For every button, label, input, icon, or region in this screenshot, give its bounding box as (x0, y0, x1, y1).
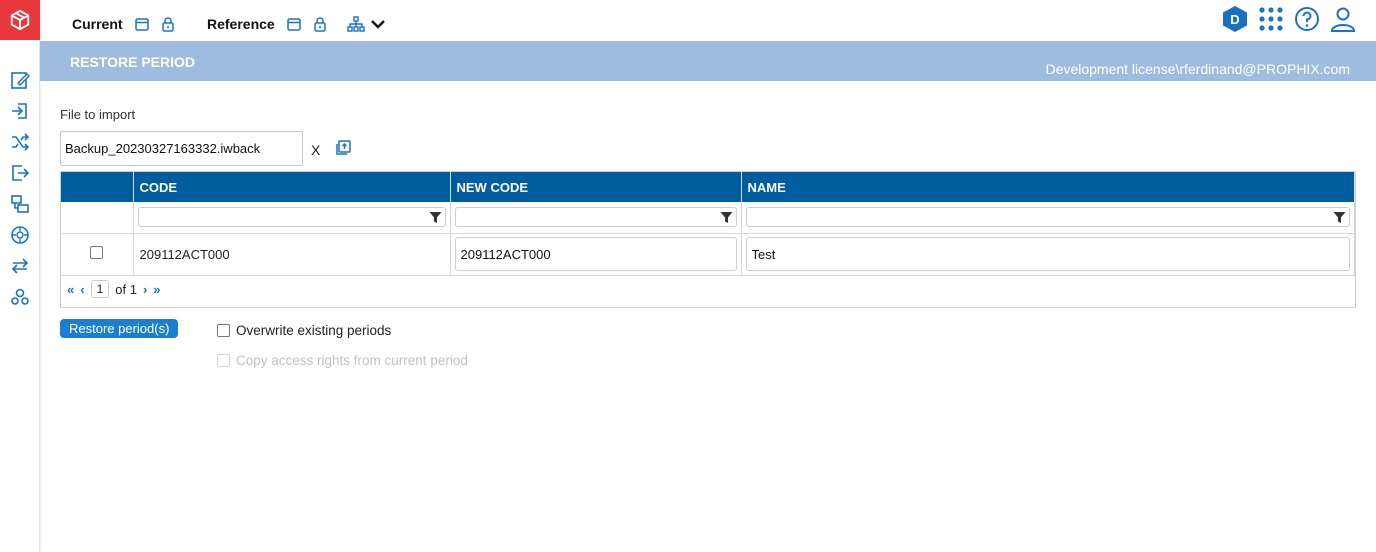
file-import-input[interactable] (60, 131, 303, 166)
calendar-icon[interactable] (283, 13, 305, 35)
overwrite-checkbox[interactable] (217, 324, 230, 337)
new-code-input[interactable] (454, 237, 737, 271)
name-input[interactable] (745, 237, 1350, 271)
column-header-new-code[interactable]: NEW CODE (450, 172, 742, 202)
filter-input-name[interactable] (745, 207, 1350, 228)
top-right-tools: D (1222, 5, 1356, 36)
filter-icon[interactable] (1333, 211, 1346, 227)
filter-cell-name (741, 202, 1355, 234)
copy-rights-checkbox (217, 354, 230, 367)
page-number-input[interactable]: 1 (90, 280, 110, 298)
file-import-label: File to import (60, 107, 136, 122)
code-cell: 209112ACT000 (133, 233, 451, 276)
filter-icon[interactable] (720, 211, 733, 227)
filter-cell-code (133, 202, 451, 234)
current-group: Current (72, 13, 179, 35)
grid-header-row: CODE NEW CODE NAME (61, 172, 1355, 202)
page-title: RESTORE PERIOD (70, 54, 195, 70)
page-banner: RESTORE PERIOD Development license\rferd… (40, 41, 1376, 81)
transfer-icon[interactable] (0, 250, 40, 281)
sidebar (0, 0, 40, 552)
org-icon[interactable] (0, 281, 40, 312)
export-icon[interactable] (0, 157, 40, 188)
upload-icon[interactable] (336, 139, 352, 158)
shuffle-icon[interactable] (0, 126, 40, 157)
filter-cell-new-code (450, 202, 742, 234)
edit-icon[interactable] (0, 64, 40, 95)
overwrite-option[interactable]: Overwrite existing periods (217, 323, 391, 338)
copy-rights-label: Copy access rights from current period (236, 353, 468, 368)
top-bar: Current Reference D (40, 0, 1376, 42)
row-select-cell (61, 233, 134, 276)
filter-row (61, 202, 1355, 234)
filter-cell-empty (61, 202, 134, 234)
prev-page-icon[interactable]: ‹ (80, 282, 84, 297)
filter-icon[interactable] (429, 211, 442, 227)
filter-input-code[interactable] (137, 207, 446, 228)
lock-icon[interactable] (309, 13, 331, 35)
cube-icon (10, 9, 30, 31)
filter-input-new-code[interactable] (454, 207, 737, 228)
name-cell (741, 233, 1355, 276)
overwrite-label: Overwrite existing periods (236, 323, 392, 338)
product-badge-icon[interactable]: D (1222, 5, 1248, 36)
row-checkbox[interactable] (90, 246, 104, 259)
last-page-icon[interactable]: » (153, 282, 160, 297)
copy-rights-option: Copy access rights from current period (217, 353, 468, 368)
restore-periods-button[interactable]: Restore period(s) (60, 319, 179, 338)
user-profile-icon[interactable] (1330, 6, 1356, 35)
import-icon[interactable] (0, 95, 40, 126)
hierarchy-icon[interactable] (345, 13, 367, 35)
column-header-name[interactable]: NAME (741, 172, 1355, 202)
copy-structure-icon[interactable] (0, 188, 40, 219)
license-info: Development license\rferdinand@PROPHIX.c… (1045, 61, 1350, 77)
page-count: of 1 (115, 281, 137, 297)
select-column-header (61, 172, 134, 202)
help-icon[interactable] (1294, 6, 1320, 35)
reference-group: Reference (207, 13, 389, 35)
clear-file-button[interactable]: X (311, 142, 320, 158)
new-code-cell (450, 233, 742, 276)
svg-text:D: D (1230, 12, 1239, 27)
lock-icon[interactable] (157, 13, 179, 35)
app-logo[interactable] (0, 0, 40, 40)
next-page-icon[interactable]: › (143, 282, 147, 297)
pager: « ‹ 1 of 1 › » (67, 280, 161, 298)
current-label: Current (72, 16, 123, 32)
apps-grid-icon[interactable] (1258, 6, 1284, 35)
column-header-code[interactable]: CODE (133, 172, 451, 202)
periods-grid: CODE NEW CODE NAME 209112ACT000 209112AC… (60, 171, 1356, 308)
calendar-icon[interactable] (131, 13, 153, 35)
first-page-icon[interactable]: « (67, 282, 74, 297)
globe-settings-icon[interactable] (0, 219, 40, 250)
chevron-down-icon[interactable] (367, 13, 389, 35)
table-row: 209112ACT000 (61, 233, 1355, 276)
reference-label: Reference (207, 16, 275, 32)
